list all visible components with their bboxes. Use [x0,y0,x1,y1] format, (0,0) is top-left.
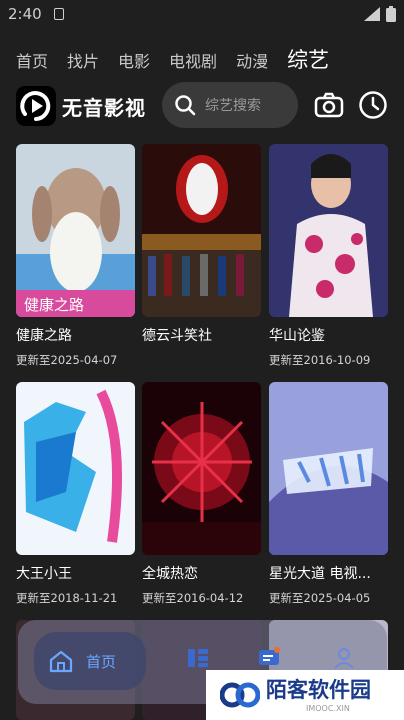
card-date: 更新至2016-10-09 [269,353,371,367]
category-icon[interactable] [186,646,210,670]
tab-movie[interactable]: 电影 [118,48,150,72]
poster-image: 健康之路 [16,144,135,317]
tab-find[interactable]: 找片 [67,48,99,72]
card-date: 更新至2016-04-12 [142,591,244,605]
search-box[interactable]: 综艺搜索 [162,82,298,128]
video-card[interactable]: 大王小王 更新至2018-11-21 [16,382,135,606]
card-title: 全城热恋 [142,566,198,582]
app-header: 无音影视 综艺搜索 [0,82,404,130]
sim-icon [53,8,64,20]
poster-image [269,144,388,317]
video-card[interactable]: 华山论鉴 更新至2016-10-09 [269,144,388,368]
card-title: 健康之路 [16,328,72,344]
svg-text:健康之路: 健康之路 [24,296,84,314]
battery-icon [386,6,396,22]
video-card[interactable]: 德云斗笑社 [142,144,261,352]
tab-variety[interactable]: 综艺 [287,44,329,74]
card-date: 更新至2025-04-05 [269,591,371,605]
app-logo [16,86,56,126]
poster-image [269,382,388,555]
history-icon[interactable] [358,90,388,120]
poster-image [16,382,135,555]
profile-icon[interactable] [332,646,356,670]
card-title: 星光大道 电视... [269,566,371,582]
watermark: 陌客软件园 IMOOC.XIN [206,670,404,720]
watermark-logo-icon [220,682,260,708]
status-bar: 2:40 [0,0,404,28]
camera-icon[interactable] [314,90,344,120]
card-title: 德云斗笑社 [142,328,212,344]
card-title: 华山论鉴 [269,328,325,344]
status-time: 2:40 [8,5,42,23]
search-icon [175,95,196,116]
status-indicators [364,6,396,22]
message-icon[interactable] [257,646,281,670]
card-title: 大王小王 [16,566,72,582]
card-date: 更新至2025-04-07 [16,353,118,367]
tab-anime[interactable]: 动漫 [236,48,268,72]
nav-home-label: 首页 [86,652,117,671]
watermark-subtext: IMOOC.XIN [306,704,350,713]
play-logo-icon [20,91,51,121]
category-tabs: 首页 找片 电影 电视剧 动漫 综艺 [16,44,329,74]
nav-home-button[interactable]: 首页 [34,632,146,690]
poster-image [142,144,261,317]
video-card[interactable]: 星光大道 电视... 更新至2025-04-05 [269,382,388,606]
signal-icon [364,7,380,21]
tab-home[interactable]: 首页 [16,48,48,72]
watermark-text: 陌客软件园 [266,677,371,702]
poster-image [142,382,261,555]
home-icon [49,650,73,673]
video-card[interactable]: 健康之路 健康之路 更新至2025-04-07 [16,144,135,368]
search-placeholder: 综艺搜索 [205,98,261,114]
app-title: 无音影视 [62,96,146,120]
tab-tv[interactable]: 电视剧 [169,48,217,72]
video-card[interactable]: 全城热恋 更新至2016-04-12 [142,382,261,606]
card-date: 更新至2018-11-21 [16,591,118,605]
